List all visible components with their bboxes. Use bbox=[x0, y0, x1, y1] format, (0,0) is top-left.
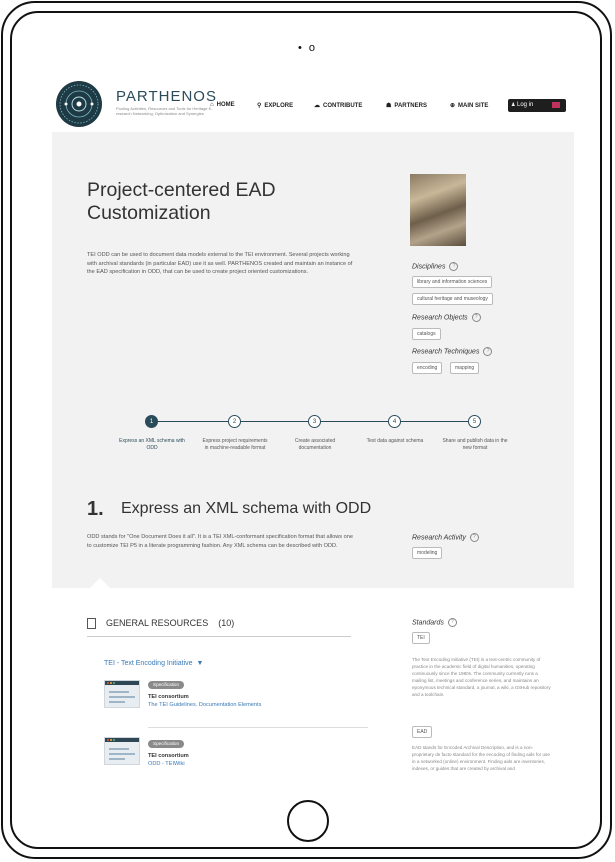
step-5-marker[interactable]: 5 bbox=[468, 415, 481, 428]
research-activity-tag[interactable]: modeling bbox=[412, 547, 443, 559]
resource-org: TEI consortium bbox=[148, 694, 189, 700]
disciplines-label: Disciplines? bbox=[412, 262, 459, 271]
cloud-upload-icon: ☁ bbox=[314, 103, 320, 109]
resource-org: TEI consortium bbox=[148, 753, 189, 759]
resource-type-badge: Specification bbox=[148, 740, 185, 748]
discipline-tag[interactable]: library and information sciences bbox=[412, 276, 493, 288]
research-technique-tag[interactable]: encoding bbox=[412, 362, 443, 374]
nav-partners[interactable]: ☗ PARTNERS bbox=[386, 102, 427, 109]
section-title: Express an XML schema with ODD bbox=[121, 500, 372, 517]
resource-thumbnail[interactable] bbox=[104, 737, 140, 765]
research-techniques-label: Research Techniques? bbox=[412, 347, 493, 356]
resources-count: (10) bbox=[218, 618, 235, 628]
step-5-label[interactable]: Share and publish data in the new format bbox=[440, 438, 510, 451]
standard-tag-tei[interactable]: TEI bbox=[412, 632, 430, 644]
device-home-button[interactable] bbox=[287, 800, 329, 842]
chevron-down-icon[interactable]: ▼ bbox=[196, 660, 203, 667]
help-icon[interactable]: ? bbox=[483, 347, 493, 356]
browser-screen: PARTHENOS Pooling Activities, Resources … bbox=[52, 78, 574, 790]
section-description: ODD stands for "One Document Does it all… bbox=[87, 534, 353, 549]
help-icon[interactable]: ? bbox=[447, 618, 457, 627]
scenario-thumbnail-image bbox=[410, 174, 466, 246]
resource-thumbnail[interactable] bbox=[104, 680, 140, 708]
resource-type-badge: Specification bbox=[148, 681, 185, 689]
research-technique-tag[interactable]: mapping bbox=[450, 362, 480, 374]
parthenos-logo[interactable] bbox=[56, 81, 102, 127]
search-icon: ⚲ bbox=[257, 103, 262, 109]
step-1-marker[interactable]: 1 bbox=[145, 415, 158, 428]
page-intro: TEI ODD can be used to document data mod… bbox=[87, 252, 353, 275]
help-icon[interactable]: ? bbox=[449, 262, 459, 271]
help-icon[interactable]: ? bbox=[469, 533, 479, 542]
standards-label: Standards? bbox=[412, 618, 457, 627]
general-resources-heading[interactable]: GENERAL RESOURCES (10) bbox=[106, 618, 234, 628]
resources-heading-underline bbox=[87, 636, 351, 637]
brand-name[interactable]: PARTHENOS bbox=[116, 88, 217, 105]
nav-contribute[interactable]: ☁ CONTRIBUTE bbox=[314, 102, 362, 109]
research-object-tag[interactable]: catalogs bbox=[412, 328, 441, 340]
step-3-label[interactable]: Create associated documentation bbox=[280, 438, 350, 451]
nav-contribute-label: CONTRIBUTE bbox=[323, 103, 363, 109]
step-1-label[interactable]: Express an XML schema with ODD bbox=[117, 438, 187, 451]
nav-main-site[interactable]: ⊕ MAIN SITE bbox=[450, 102, 488, 109]
standard-tag-ead[interactable]: EAD bbox=[412, 726, 433, 738]
language-flag-icon[interactable] bbox=[552, 102, 560, 108]
resource-divider bbox=[148, 727, 368, 728]
home-icon: ⌂ bbox=[210, 102, 214, 108]
step-4-label[interactable]: Test data against schema bbox=[360, 438, 430, 445]
nav-explore[interactable]: ⚲ EXPLORE bbox=[257, 102, 293, 109]
brand-tagline: Pooling Activities, Resources and Tools … bbox=[116, 106, 213, 116]
site-header: PARTHENOS Pooling Activities, Resources … bbox=[52, 78, 574, 132]
step-2-marker[interactable]: 2 bbox=[228, 415, 241, 428]
document-list-icon bbox=[87, 618, 96, 629]
login-label: Log in bbox=[517, 102, 534, 108]
section-number: 1. bbox=[87, 498, 104, 520]
front-camera: • o bbox=[297, 42, 318, 54]
nav-home[interactable]: ⌂ HOME bbox=[210, 102, 235, 108]
globe-icon: ⊕ bbox=[450, 103, 456, 109]
help-icon[interactable]: ? bbox=[471, 313, 481, 322]
step-4-marker[interactable]: 4 bbox=[388, 415, 401, 428]
research-activity-label: Research Activity? bbox=[412, 533, 479, 542]
user-icon: ♟ bbox=[511, 102, 516, 108]
resource-title-link[interactable]: The TEI Guidelines. Documentation Elemen… bbox=[148, 702, 261, 708]
resource-group-tei[interactable]: TEI - Text Encoding Initiative ▼ bbox=[104, 660, 203, 667]
section-pointer bbox=[88, 578, 112, 590]
login-button[interactable]: ♟ Log in bbox=[508, 99, 566, 112]
step-2-label[interactable]: Express project requirements in machine-… bbox=[200, 438, 270, 451]
nav-partners-label: PARTNERS bbox=[394, 103, 427, 109]
nav-main-site-label: MAIN SITE bbox=[458, 103, 489, 109]
step-3-marker[interactable]: 3 bbox=[308, 415, 321, 428]
standard-description-tei: The Text Encoding Initiative (TEI) is a … bbox=[412, 657, 551, 697]
discipline-tag[interactable]: cultural heritage and museology bbox=[412, 293, 493, 305]
nav-explore-label: EXPLORE bbox=[264, 103, 294, 109]
research-objects-label: Research Objects? bbox=[412, 313, 481, 322]
standard-description-ead: EAD stands for Encoded Archival Descript… bbox=[412, 745, 550, 771]
nav-home-label: HOME bbox=[216, 102, 235, 108]
people-icon: ☗ bbox=[386, 103, 392, 109]
resource-title-link[interactable]: ODD - TEIWiki bbox=[148, 761, 185, 767]
page-title: Project-centered EAD Customization bbox=[87, 179, 276, 224]
